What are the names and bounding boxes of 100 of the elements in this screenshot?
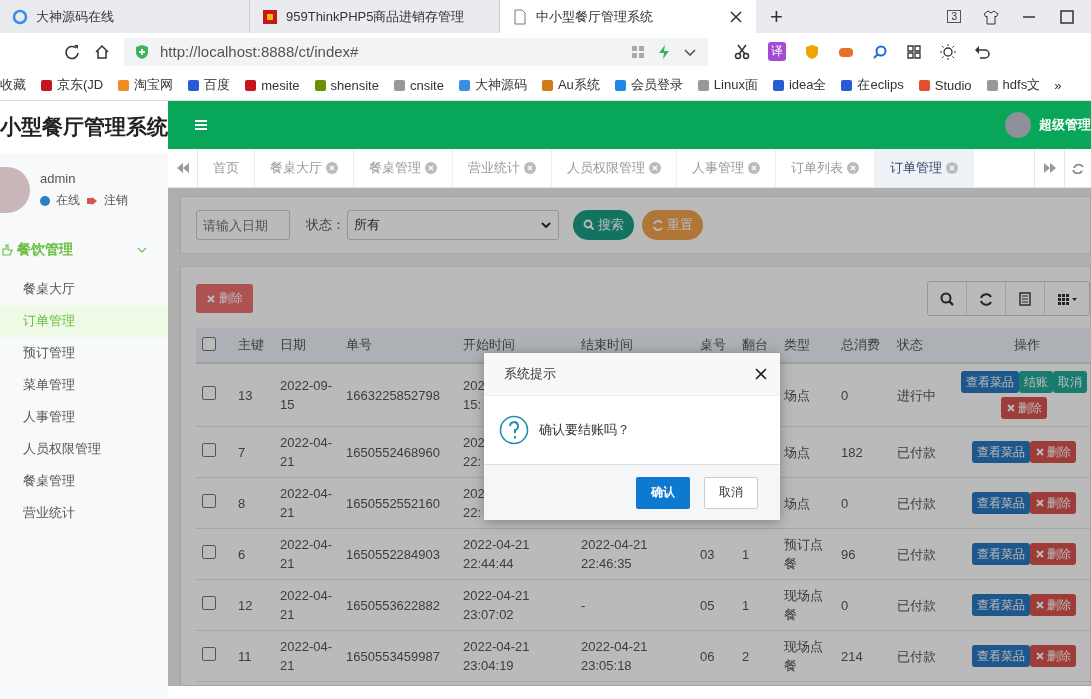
column-header: 日期 (280, 337, 306, 352)
forward-icon[interactable] (1042, 161, 1057, 175)
tab-count-badge[interactable]: 3 (947, 10, 961, 23)
delete-button[interactable]: 删除 (1030, 645, 1076, 667)
view-button[interactable]: 查看菜品 (972, 441, 1030, 463)
sun-icon[interactable] (940, 43, 956, 60)
more-bookmarks-button[interactable]: » (1054, 77, 1062, 93)
cancel-button[interactable]: 取消 (704, 476, 758, 509)
date-field[interactable]: 请输入日期 (196, 210, 290, 240)
view-button[interactable]: 查看菜品 (972, 594, 1030, 616)
logout-link[interactable]: 注销 (104, 192, 128, 209)
scissors-icon[interactable] (734, 43, 750, 60)
bookmark-link[interactable]: Linux面 (696, 76, 758, 94)
refresh-icon[interactable] (979, 291, 993, 306)
reload-icon[interactable] (64, 43, 80, 60)
table-cell: 已付款 (897, 648, 936, 664)
bookmark-link[interactable]: cnsite (392, 77, 444, 93)
search-icon[interactable] (940, 291, 954, 306)
address-bar[interactable]: http://localhost:8888/ct/index# (124, 37, 708, 66)
menu-item[interactable]: 人事管理 (0, 401, 168, 433)
table-cell: 7 (238, 444, 246, 460)
menu-item[interactable]: 营业统计 (0, 497, 168, 529)
bookmark-link[interactable]: Au系统 (540, 76, 600, 94)
table-cell: 场点 (784, 387, 810, 403)
table-cell: 0 (841, 495, 849, 511)
bookmark-link[interactable]: shensite (313, 77, 379, 93)
checkbox[interactable] (202, 442, 216, 457)
close-icon[interactable] (728, 8, 744, 25)
site-icon (117, 78, 131, 92)
backward-icon[interactable] (175, 161, 190, 175)
status-select[interactable]: 所有 (347, 210, 559, 240)
site-icon (613, 78, 627, 92)
column-header: 状态 (897, 337, 923, 352)
qr-icon[interactable] (630, 43, 646, 60)
view-button[interactable]: 查看菜品 (972, 543, 1030, 565)
table-cell: 2022-04-21 (280, 537, 333, 571)
new-tab-button[interactable]: + (756, 0, 797, 33)
bookmark-link[interactable]: mesite (244, 77, 300, 93)
column-header: 操作 (1014, 337, 1040, 352)
table-cell: 现场点餐 (784, 588, 823, 622)
confirm-button[interactable]: 确认 (636, 476, 690, 509)
site-icon (840, 78, 854, 92)
view-button[interactable]: 查看菜品 (961, 371, 1019, 393)
shield-icon[interactable] (804, 43, 820, 60)
bookmark-link[interactable]: 百度 (187, 76, 231, 94)
shirt-icon[interactable] (983, 8, 999, 25)
table-cell: 13 (238, 387, 253, 403)
delete-button[interactable]: 删除 (1030, 594, 1076, 616)
menu-item[interactable]: 餐桌管理 (0, 465, 168, 497)
column-header: 开始时间 (463, 337, 515, 352)
user-avatar (0, 167, 30, 213)
list-icon[interactable] (1018, 291, 1032, 306)
menu-item[interactable]: 人员权限管理 (0, 433, 168, 465)
checkbox[interactable] (202, 646, 216, 661)
menu-item[interactable]: 餐桌大厅 (0, 273, 168, 305)
table-cell: 2 (742, 648, 750, 664)
refresh-icon[interactable] (1072, 162, 1084, 174)
page-tab[interactable]: 订单管理 (875, 149, 974, 187)
checkbox[interactable] (202, 336, 216, 351)
bookmark-link[interactable]: idea全 (771, 76, 827, 94)
translate-button[interactable]: 译 (768, 42, 786, 61)
bookmark-link[interactable]: 收藏 (0, 76, 26, 94)
bookmark-link[interactable]: 会员登录 (613, 76, 683, 94)
menu-icon[interactable] (194, 118, 208, 132)
view-button[interactable]: 查看菜品 (972, 492, 1030, 514)
columns-icon[interactable] (1057, 291, 1077, 306)
search-icon (583, 219, 595, 231)
logout-icon[interactable] (86, 194, 98, 207)
site-icon (985, 78, 999, 92)
checkbox[interactable] (202, 595, 216, 610)
checkbox[interactable] (202, 493, 216, 508)
checkbox[interactable] (202, 544, 216, 559)
bookmark-link[interactable]: 在eclips (840, 76, 904, 94)
lightning-icon[interactable] (656, 43, 672, 60)
bookmark-link[interactable]: Studio (917, 77, 972, 93)
view-button[interactable]: 查看菜品 (972, 645, 1030, 667)
menu-item[interactable]: 菜单管理 (0, 369, 168, 401)
table-cell: 2022-04-21 (280, 639, 333, 673)
browser-tab[interactable]: 中小型餐厅管理系统 (500, 0, 756, 33)
table-cell: 1650553622882 (346, 597, 440, 613)
grid-icon[interactable] (906, 43, 922, 60)
bookmark-link[interactable]: 大神源码 (457, 76, 527, 94)
delete-button[interactable]: 删除 (1030, 543, 1076, 565)
bookmark-link[interactable]: hdfs文 (985, 76, 1041, 94)
table-cell: 场点 (784, 495, 810, 511)
table-cell: 2022-04-21 (280, 435, 333, 469)
delete-button[interactable]: 删除 (1030, 441, 1076, 463)
delete-button[interactable]: 删除 (1030, 492, 1076, 514)
bookmark-link[interactable]: 淘宝网 (117, 76, 174, 94)
maximize-icon[interactable] (1059, 8, 1075, 25)
table-cell: 8 (238, 495, 246, 511)
checkbox[interactable] (202, 385, 216, 400)
bookmark-link[interactable]: 京东(JD (40, 76, 104, 94)
column-header: 桌号 (700, 337, 726, 352)
close-icon[interactable] (754, 367, 768, 381)
search-icon[interactable] (872, 43, 888, 60)
home-icon[interactable] (94, 43, 110, 60)
table-cell: 2022-04-21 23:07:02 (463, 588, 530, 622)
delete-button[interactable]: 删除 (1001, 397, 1047, 419)
menu-item[interactable]: 预订管理 (0, 337, 168, 369)
